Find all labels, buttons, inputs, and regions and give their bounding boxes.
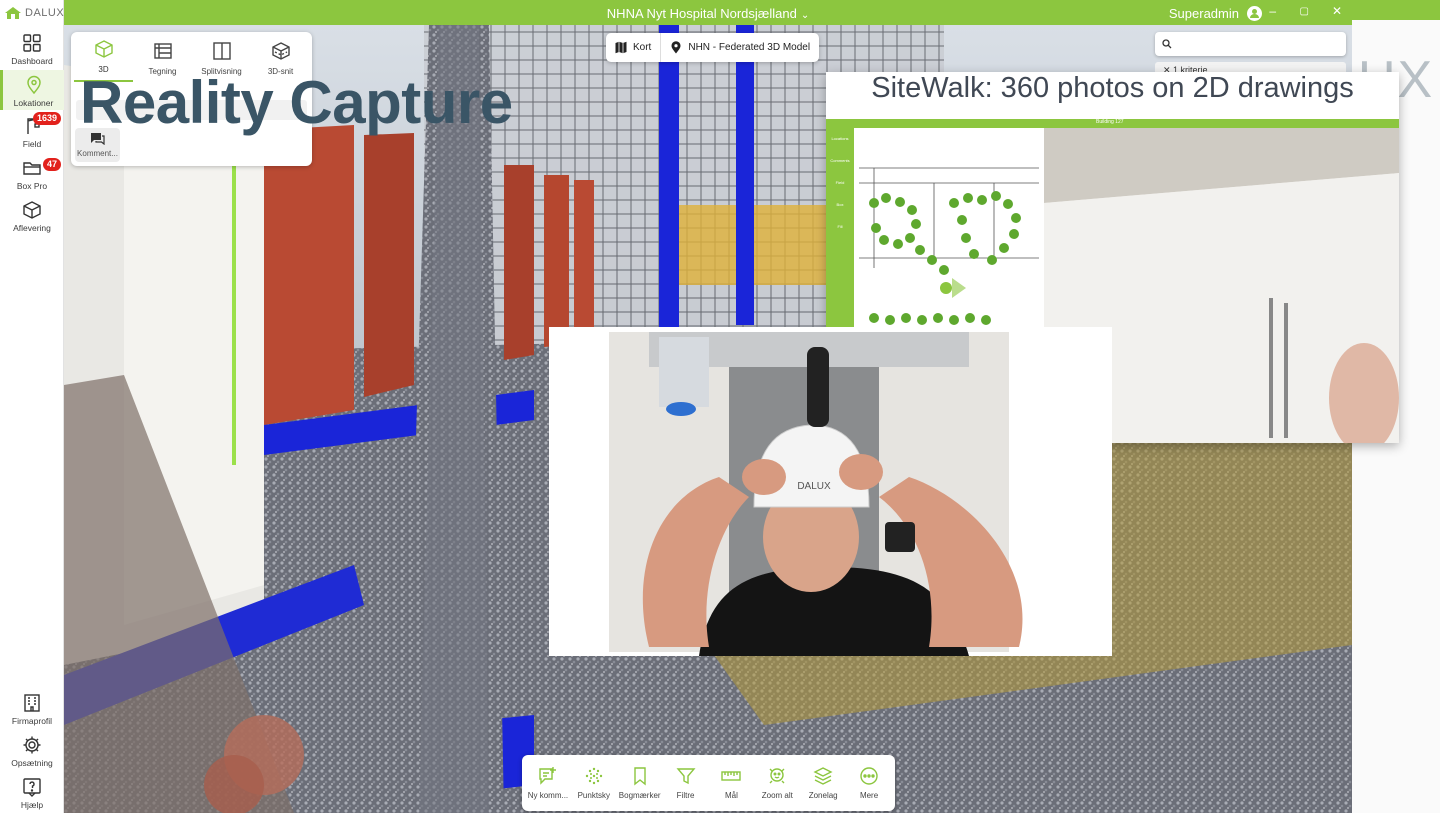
- point-cloud-button[interactable]: Punktsky: [571, 755, 617, 811]
- project-selector[interactable]: NHNA Nyt Hospital Nordsjælland ⌄: [64, 6, 1352, 21]
- chevron-down-icon: ⌄: [800, 10, 810, 21]
- ruler-icon: [721, 771, 742, 781]
- zoom-all-icon: [769, 768, 785, 784]
- bottom-toolbar: Ny komm... Punktsky Bogmærker Filtre Mål…: [522, 755, 895, 811]
- sidebar-item-label: Dashboard: [11, 56, 53, 66]
- user-name: Superadmin: [1168, 6, 1239, 21]
- dalux-logo: DALUX: [4, 6, 64, 20]
- point-cloud-icon: [585, 767, 603, 785]
- drawing-icon: [153, 43, 172, 59]
- search-icon: [1162, 39, 1172, 49]
- sitewalk-inner-topbar: Building 127: [826, 119, 1399, 128]
- tool-label: Bogmærker: [618, 791, 661, 800]
- comments-label: Komment...: [77, 149, 118, 158]
- helmet-logo-text: DALUX: [797, 481, 831, 492]
- sidebar-item-opsaetning[interactable]: Opsætning: [0, 730, 64, 770]
- sitewalk-title: SiteWalk: 360 photos on 2D drawings: [871, 72, 1354, 104]
- project-title: NHNA Nyt Hospital Nordsjælland: [606, 6, 797, 21]
- logo-text: DALUX: [25, 7, 65, 19]
- sitewalk-side-item: Locations: [831, 136, 849, 141]
- zoom-all-button[interactable]: Zoom alt: [754, 755, 800, 811]
- top-bar: NHNA Nyt Hospital Nordsjælland ⌄ Superadm…: [64, 0, 1352, 25]
- more-button[interactable]: Mere: [846, 755, 892, 811]
- filters-button[interactable]: Filtre: [663, 755, 709, 811]
- sidebar-item-dashboard[interactable]: Dashboard: [0, 28, 64, 68]
- sidebar-item-hjaelp[interactable]: Hjælp: [0, 772, 64, 812]
- sidebar-item-box-pro[interactable]: Box Pro 47: [0, 153, 64, 193]
- tool-label: Filtre: [676, 791, 695, 800]
- new-comment-icon: [539, 767, 556, 785]
- section-cube-icon: [271, 42, 290, 60]
- sidebar-item-label: Firmaprofil: [11, 716, 53, 726]
- sitewalk-side-item: Fill: [837, 224, 843, 229]
- field-count-badge: 1639: [32, 112, 61, 125]
- split-view-icon: [212, 42, 231, 60]
- map-label: Kort: [633, 42, 652, 53]
- help-icon: [23, 778, 41, 797]
- minimize-window-button[interactable]: –: [1269, 4, 1276, 18]
- sitewalk-side-item: Comments: [830, 158, 850, 163]
- sitewalk-side-item: Field: [835, 180, 845, 185]
- location-pin-icon: [26, 75, 41, 95]
- sidebar-item-label: Hjælp: [20, 800, 44, 810]
- tool-label: Zonelag: [808, 791, 838, 800]
- sidebar-item-label: Lokationer: [13, 98, 54, 108]
- folder-icon: [23, 162, 41, 175]
- box-pro-count-badge: 47: [42, 158, 61, 171]
- user-menu[interactable]: Superadmin: [1169, 6, 1262, 21]
- tool-label: Punktsky: [577, 791, 611, 800]
- box-icon: [23, 201, 41, 219]
- tool-label: Zoom alt: [761, 791, 793, 800]
- filter-search-input[interactable]: [1155, 32, 1346, 56]
- bookmarks-button[interactable]: Bogmærker: [617, 755, 663, 811]
- sidebar-item-lokationer[interactable]: Lokationer: [0, 70, 64, 110]
- background-green-bar: [1352, 0, 1440, 20]
- sitewalk-inner-title: Building 127: [1096, 119, 1124, 125]
- house-logo-icon: [5, 7, 21, 19]
- user-avatar-icon: [1247, 6, 1262, 21]
- map-icon: [615, 41, 627, 54]
- location-pin-icon: [671, 41, 681, 54]
- new-comment-button[interactable]: Ny komm...: [525, 755, 571, 811]
- model-dropdown[interactable]: NHN - Federated 3D Model: [660, 33, 819, 62]
- sidebar-item-field[interactable]: Field 1639: [0, 111, 64, 151]
- reality-capture-heading: Reality Capture: [80, 69, 513, 136]
- sidebar-item-label: Opsætning: [11, 758, 53, 768]
- sitewalk-side-item: Box: [836, 202, 844, 207]
- gear-icon: [23, 736, 41, 754]
- filter-icon: [676, 768, 696, 785]
- sidebar-item-firmaprofil[interactable]: Firmaprofil: [0, 688, 64, 728]
- sidebar-item-aflevering[interactable]: Aflevering: [0, 195, 64, 235]
- tool-label: Ny komm...: [527, 791, 569, 800]
- model-label: NHN - Federated 3D Model: [688, 42, 811, 53]
- sidebar-item-label: Field: [22, 139, 42, 149]
- building-icon: [24, 694, 40, 712]
- close-window-button[interactable]: ✕: [1332, 4, 1342, 18]
- bookmark-icon: [633, 767, 646, 786]
- presenter-video-overlay: DALUX: [549, 327, 1112, 656]
- tool-label: Mål: [724, 791, 738, 800]
- sidebar-item-label: Box Pro: [16, 181, 48, 191]
- cube-icon: [94, 40, 113, 58]
- zone-layers-button[interactable]: Zonelag: [800, 755, 846, 811]
- map-button[interactable]: Kort: [606, 33, 660, 62]
- maximize-window-button[interactable]: ▢: [1300, 6, 1309, 17]
- left-sidebar: DALUX Dashboard Lokationer Field 1639 Bo…: [0, 0, 64, 813]
- sidebar-item-label: Aflevering: [13, 223, 51, 233]
- grid-icon: [23, 34, 41, 52]
- tool-label: Mere: [859, 791, 879, 800]
- model-selector: Kort NHN - Federated 3D Model: [606, 33, 820, 62]
- presenter-image: DALUX: [549, 327, 1112, 656]
- measure-button[interactable]: Mål: [709, 755, 755, 811]
- more-icon: [860, 767, 878, 785]
- layers-icon: [813, 767, 833, 785]
